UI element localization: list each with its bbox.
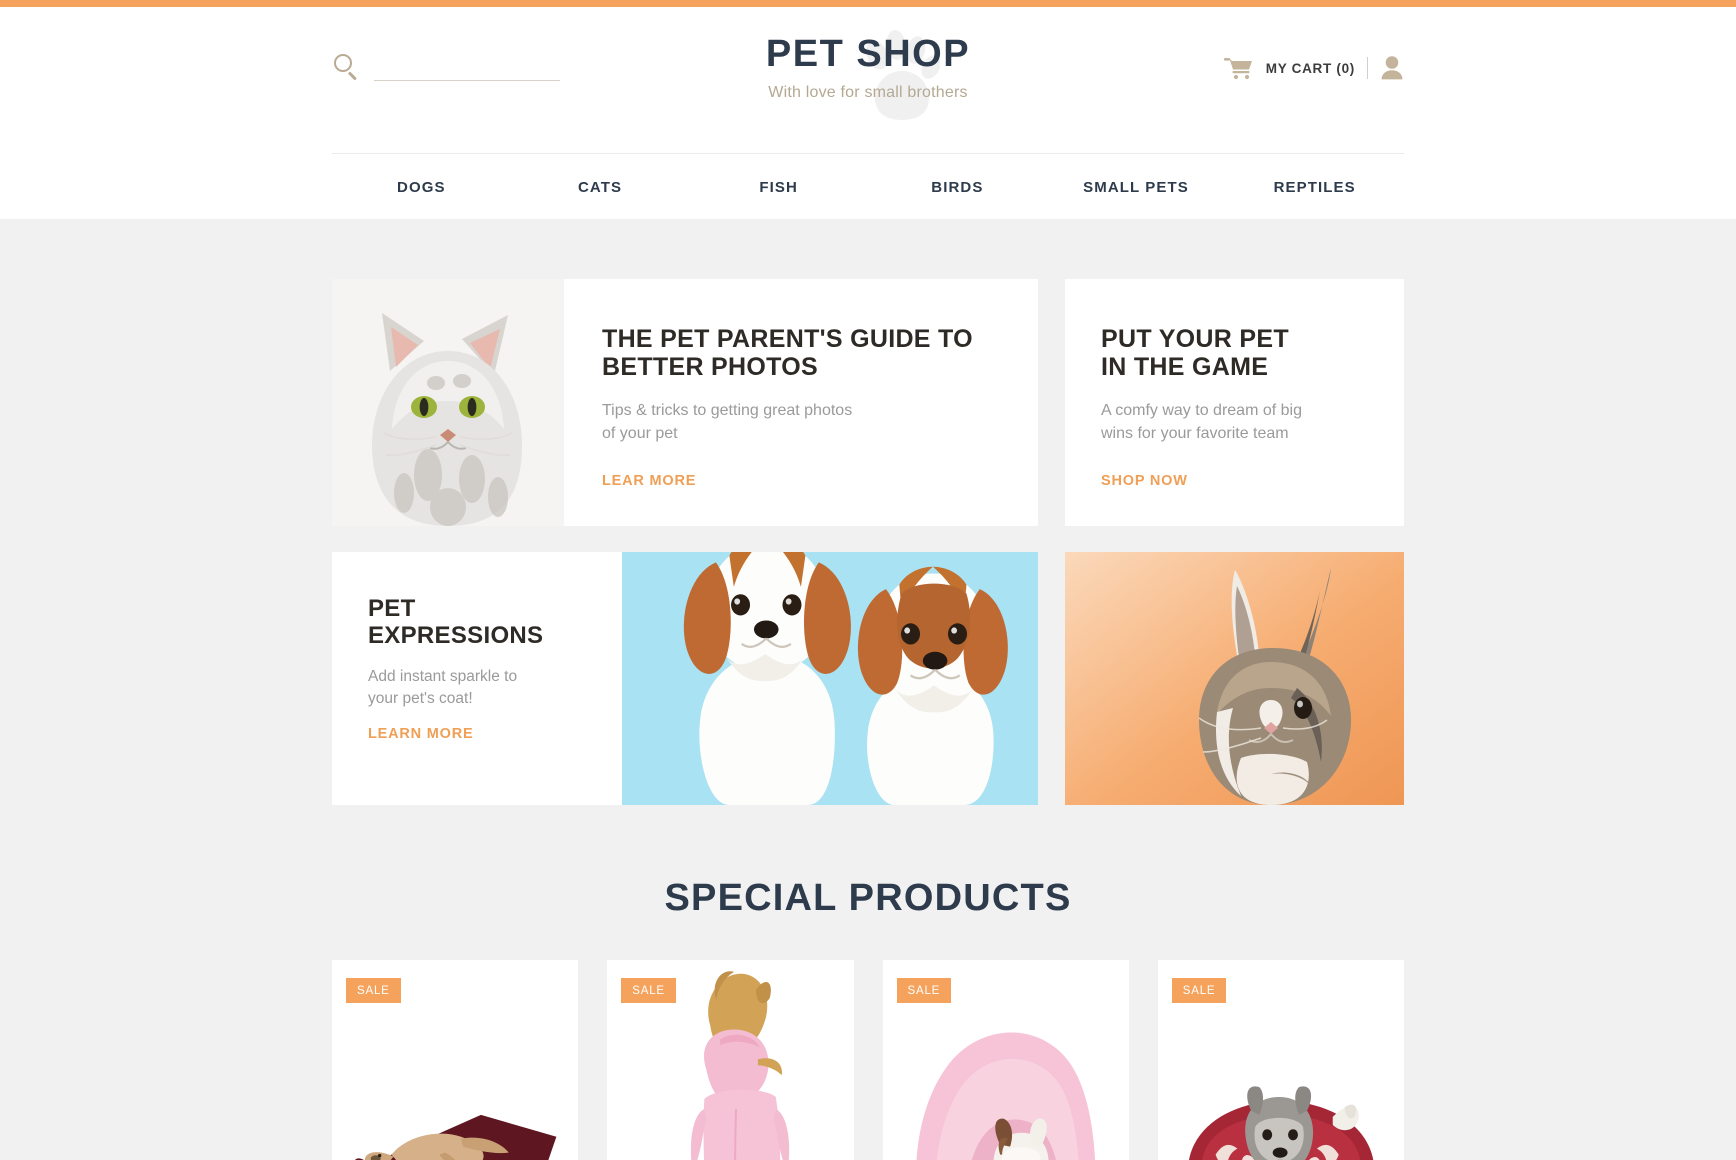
promo-title: PET EXPRESSIONS <box>368 595 544 649</box>
promo-subtitle: Tips & tricks to getting great photos of… <box>602 402 853 442</box>
top-accent-bar <box>0 0 1736 7</box>
promo-banner-grid: THE PET PARENT'S GUIDE TO BETTER PHOTOS … <box>332 279 1404 805</box>
promo-title: PUT YOUR PET IN THE GAME <box>1101 325 1289 381</box>
promo-image-rabbit-card[interactable] <box>1065 552 1404 805</box>
nav-item-cats[interactable]: CATS <box>511 179 690 196</box>
promo-card-expressions[interactable]: PET EXPRESSIONS Add instant sparkle to y… <box>332 552 1038 805</box>
product-card[interactable]: SALE <box>1157 960 1404 1160</box>
search-icon[interactable] <box>332 53 360 81</box>
nav-item-small-pets[interactable]: SMALL PETS <box>1047 179 1226 196</box>
brand-tagline: With love for small brothers <box>768 83 968 101</box>
promo-image-cat <box>332 279 564 526</box>
special-products-grid: SALE SALE SALE SALE <box>332 960 1404 1160</box>
shopping-cart-icon[interactable] <box>1223 56 1254 80</box>
search-area[interactable] <box>332 53 560 81</box>
promo-card-game[interactable]: PUT YOUR PET IN THE GAME A comfy way to … <box>1065 279 1404 526</box>
product-card[interactable]: SALE <box>332 960 579 1160</box>
status-badge: SALE <box>346 978 401 1003</box>
status-badge: SALE <box>621 978 676 1003</box>
main-content: THE PET PARENT'S GUIDE TO BETTER PHOTOS … <box>332 219 1404 1160</box>
promo-cta-shop-now[interactable]: SHOP NOW <box>1101 473 1188 489</box>
main-navigation: DOGS CATS FISH BIRDS SMALL PETS REPTILES <box>332 154 1404 220</box>
page-root: PET SHOP With love for small brothers MY… <box>0 0 1736 1160</box>
product-card[interactable]: SALE <box>882 960 1129 1160</box>
promo-image-dogs <box>622 552 1038 805</box>
promo-card-guide[interactable]: THE PET PARENT'S GUIDE TO BETTER PHOTOS … <box>332 279 1038 526</box>
cart-label[interactable]: MY CART (0) <box>1266 61 1355 76</box>
header-divider <box>1367 57 1368 79</box>
search-input[interactable] <box>374 53 560 81</box>
promo-cta-lear-more[interactable]: LEAR MORE <box>602 473 696 489</box>
status-badge: SALE <box>1171 978 1227 1003</box>
promo-card-expressions-text: PET EXPRESSIONS Add instant sparkle to y… <box>332 552 622 805</box>
nav-item-reptiles[interactable]: REPTILES <box>1225 179 1404 196</box>
status-badge: SALE <box>896 978 952 1003</box>
promo-subtitle: A comfy way to dream of big wins for you… <box>1101 402 1302 442</box>
nav-item-dogs[interactable]: DOGS <box>332 179 511 196</box>
nav-item-fish[interactable]: FISH <box>689 179 868 196</box>
header-inner: PET SHOP With love for small brothers MY… <box>332 7 1404 153</box>
promo-cta-learn-more[interactable]: LEARN MORE <box>368 726 473 742</box>
account-area: MY CART (0) <box>1223 55 1404 81</box>
promo-title: THE PET PARENT'S GUIDE TO BETTER PHOTOS <box>602 325 973 381</box>
promo-card-guide-text: THE PET PARENT'S GUIDE TO BETTER PHOTOS … <box>564 279 1038 526</box>
product-card[interactable]: SALE <box>607 960 854 1160</box>
page-title: SPECIAL PRODUCTS <box>664 877 1072 919</box>
site-header: PET SHOP With love for small brothers MY… <box>0 7 1736 219</box>
brand-title: PET SHOP <box>765 33 971 75</box>
promo-subtitle: Add instant sparkle to your pet's coat! <box>368 667 518 707</box>
nav-item-birds[interactable]: BIRDS <box>868 179 1047 196</box>
user-account-icon[interactable] <box>1380 55 1404 81</box>
promo-image-rabbit <box>1065 552 1404 805</box>
brand-logo[interactable]: PET SHOP With love for small brothers <box>658 30 1078 120</box>
